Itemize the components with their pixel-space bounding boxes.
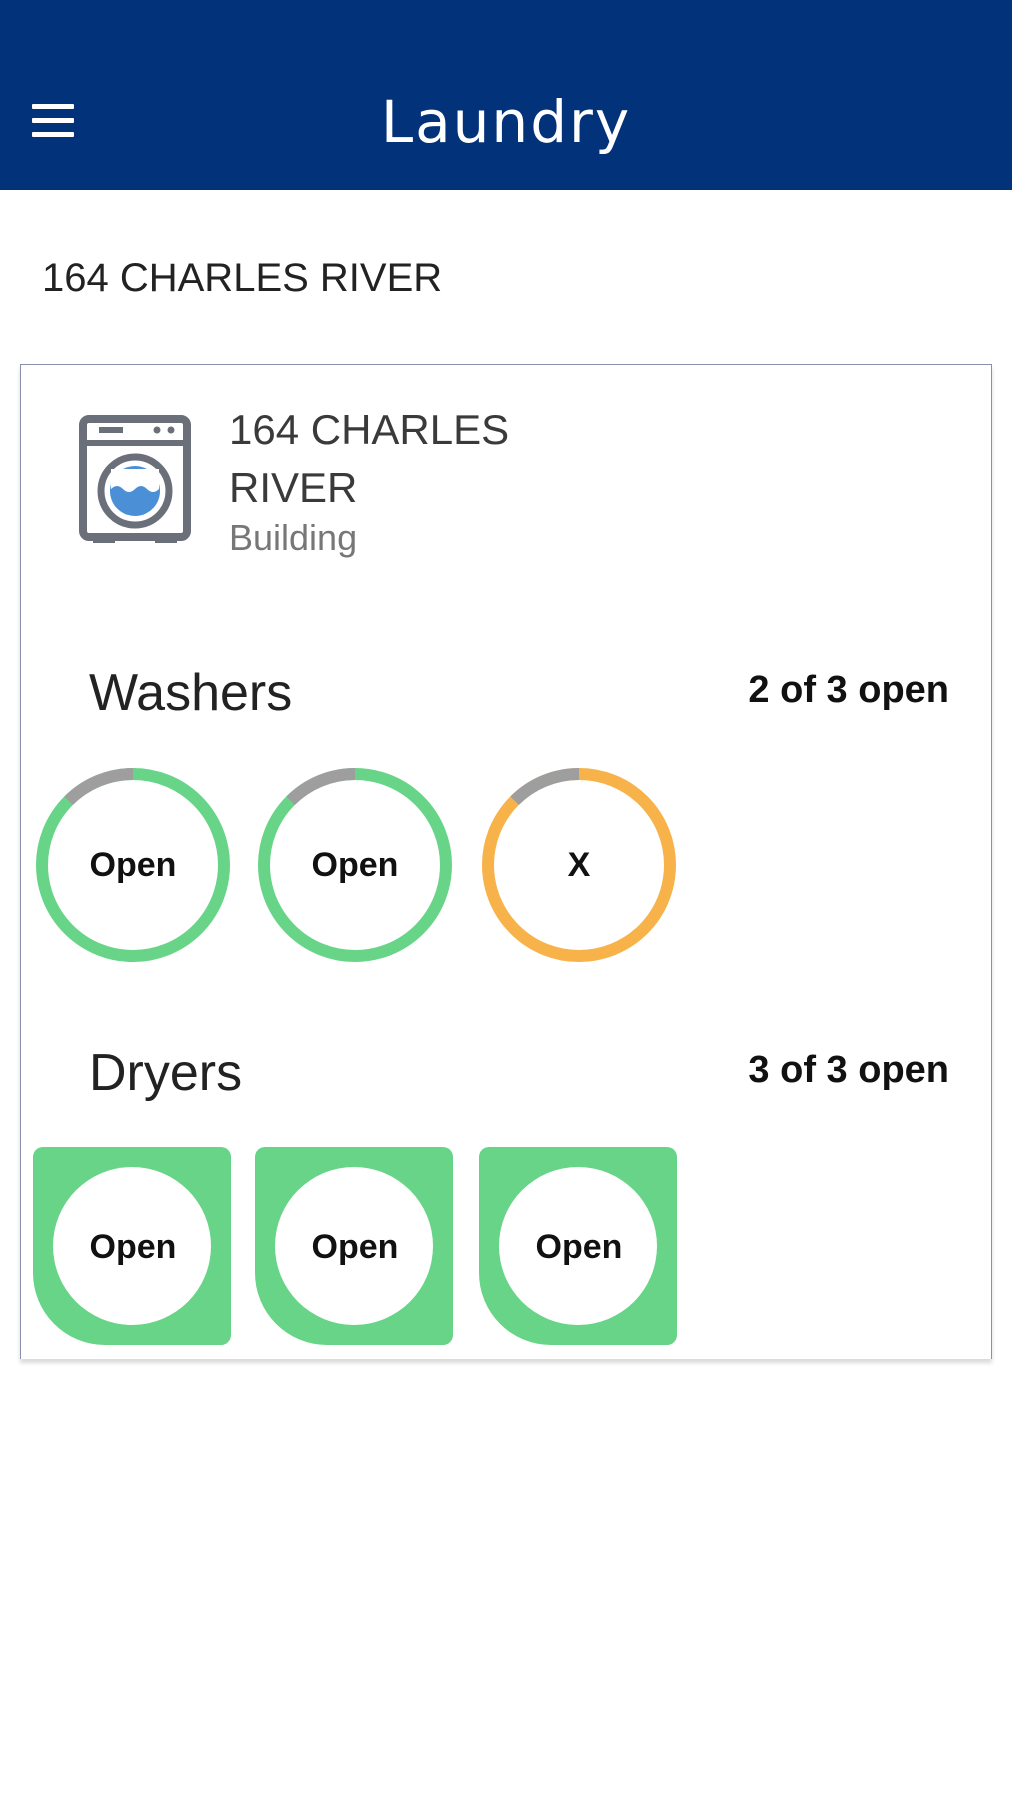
washing-machine-icon: [79, 407, 199, 560]
dryer-status-label: Open: [311, 1228, 399, 1266]
washer-3[interactable]: X: [479, 765, 679, 965]
dryer-status-label: Open: [89, 1228, 177, 1266]
dryers-title: Dryers: [89, 1044, 243, 1102]
dryer-2[interactable]: Open: [255, 1147, 455, 1347]
location-heading: 164 CHARLES RIVER: [42, 256, 443, 300]
dryer-3[interactable]: Open: [479, 1147, 679, 1347]
building-name: 164 CHARLES RIVER: [229, 406, 510, 511]
app-title: Laundry: [380, 88, 632, 156]
washer-status-label: X: [567, 846, 591, 884]
washers-count: 2 of 3 open: [748, 669, 949, 711]
dryers-count: 3 of 3 open: [748, 1049, 949, 1091]
washer-2[interactable]: Open: [255, 765, 455, 965]
washer-1[interactable]: Open: [33, 765, 233, 965]
building-card: 164 CHARLES RIVER Building Washers 2 of …: [20, 364, 992, 1359]
dryer-status-label: Open: [535, 1228, 623, 1266]
washer-status-label: Open: [89, 846, 177, 884]
app-bar: Laundry: [0, 0, 1012, 190]
building-type: Building: [229, 517, 358, 558]
dryer-1[interactable]: Open: [33, 1147, 233, 1347]
washers-title: Washers: [89, 664, 293, 722]
washer-status-label: Open: [311, 846, 399, 884]
